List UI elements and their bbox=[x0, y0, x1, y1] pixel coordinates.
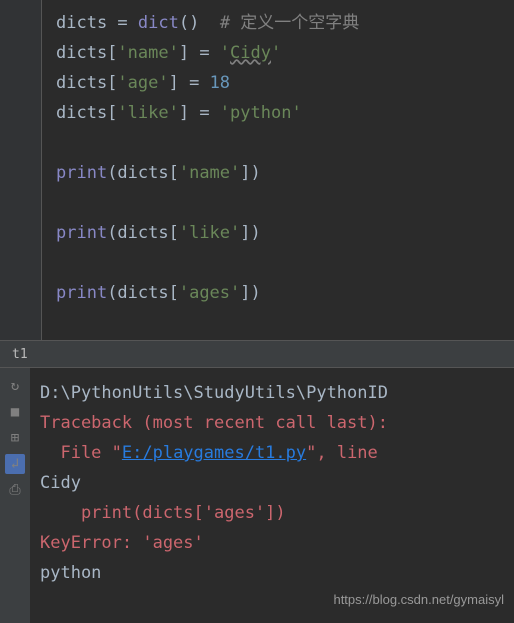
code-line: File "E:/playgames/t1.py", line bbox=[40, 438, 514, 468]
token-err: ", line bbox=[306, 443, 378, 463]
code-line: Traceback (most recent call last): bbox=[40, 408, 514, 438]
token-string: ' bbox=[220, 43, 230, 63]
layout-icon[interactable]: ⊞ bbox=[5, 428, 25, 448]
stop-icon[interactable]: ■ bbox=[5, 402, 25, 422]
code-line: dicts['name'] = 'Cidy' bbox=[56, 38, 514, 68]
token-ident: dicts[ bbox=[56, 103, 117, 123]
token-builtin: print bbox=[56, 223, 107, 243]
token-ident: dicts bbox=[56, 13, 117, 33]
watermark: https://blog.csdn.net/gymaisyl bbox=[333, 585, 504, 615]
token-link[interactable]: E:/playgames/t1.py bbox=[122, 443, 306, 463]
code-line: KeyError: 'ages' bbox=[40, 528, 514, 558]
token-builtin: print bbox=[56, 283, 107, 303]
code-line bbox=[56, 128, 514, 158]
editor-pane: dicts = dict() # 定义一个空字典dicts['name'] = … bbox=[0, 0, 514, 340]
token-op: = bbox=[117, 13, 137, 33]
code-line: dicts['age'] = 18 bbox=[56, 68, 514, 98]
code-line: print(dicts['ages']) bbox=[56, 278, 514, 308]
token-ident: ]) bbox=[240, 283, 260, 303]
wrap-icon[interactable]: ↲ bbox=[5, 454, 25, 474]
code-area[interactable]: dicts = dict() # 定义一个空字典dicts['name'] = … bbox=[48, 8, 514, 308]
token-ident: dicts[ bbox=[56, 43, 117, 63]
token-string: 'age' bbox=[117, 73, 168, 93]
code-line: dicts = dict() # 定义一个空字典 bbox=[56, 8, 514, 38]
token-ident: (dicts[ bbox=[107, 283, 179, 303]
code-line: print(dicts['name']) bbox=[56, 158, 514, 188]
token-ident: dicts[ bbox=[56, 73, 117, 93]
tab-t1[interactable]: t1 bbox=[4, 345, 36, 364]
token-string-u: Cidy bbox=[230, 43, 271, 63]
token-string: 'name' bbox=[117, 43, 178, 63]
token-err: print(dicts['ages']) bbox=[40, 503, 286, 523]
token-number: 18 bbox=[210, 73, 230, 93]
code-line: python bbox=[40, 558, 514, 588]
token-ident: D:\PythonUtils\StudyUtils\PythonID bbox=[40, 383, 388, 403]
token-string: 'python' bbox=[220, 103, 302, 123]
token-ident: ]) bbox=[240, 223, 260, 243]
console-toolbar: ↻ ■ ⊞ ↲ ⎙ bbox=[0, 368, 30, 623]
token-string: 'like' bbox=[117, 103, 178, 123]
token-ident bbox=[56, 193, 66, 213]
code-line: Cidy bbox=[40, 468, 514, 498]
rerun-icon[interactable]: ↻ bbox=[5, 376, 25, 396]
console-area[interactable]: D:\PythonUtils\StudyUtils\PythonID Traceb… bbox=[30, 368, 514, 623]
token-err: File " bbox=[40, 443, 122, 463]
print-icon[interactable]: ⎙ bbox=[5, 480, 25, 500]
code-line bbox=[56, 248, 514, 278]
token-string: ' bbox=[271, 43, 281, 63]
code-line: print(dicts['like']) bbox=[56, 218, 514, 248]
token-builtin: print bbox=[56, 163, 107, 183]
token-ident bbox=[56, 133, 66, 153]
code-line: print(dicts['ages']) bbox=[40, 498, 514, 528]
token-err: Traceback (most recent call last): bbox=[40, 413, 388, 433]
token-err: KeyError: 'ages' bbox=[40, 533, 204, 553]
token-ident bbox=[56, 253, 66, 273]
code-line: dicts['like'] = 'python' bbox=[56, 98, 514, 128]
token-ident: ] = bbox=[179, 103, 220, 123]
token-string: 'ages' bbox=[179, 283, 240, 303]
console-pane: ↻ ■ ⊞ ↲ ⎙ D:\PythonUtils\StudyUtils\Pyth… bbox=[0, 368, 514, 623]
token-ident: ] = bbox=[169, 73, 210, 93]
token-paren: () bbox=[179, 13, 220, 33]
code-line: D:\PythonUtils\StudyUtils\PythonID bbox=[40, 378, 514, 408]
token-string: 'like' bbox=[179, 223, 240, 243]
token-comment: # 定义一个空字典 bbox=[220, 13, 359, 33]
token-ident: ] = bbox=[179, 43, 220, 63]
token-builtin: dict bbox=[138, 13, 179, 33]
gutter bbox=[0, 0, 42, 340]
token-ident: ]) bbox=[240, 163, 260, 183]
code-line bbox=[56, 188, 514, 218]
token-ident: python bbox=[40, 563, 101, 583]
tab-bar: t1 bbox=[0, 340, 514, 368]
token-string: 'name' bbox=[179, 163, 240, 183]
token-ident: (dicts[ bbox=[107, 223, 179, 243]
token-ident: Cidy bbox=[40, 473, 81, 493]
token-ident: (dicts[ bbox=[107, 163, 179, 183]
